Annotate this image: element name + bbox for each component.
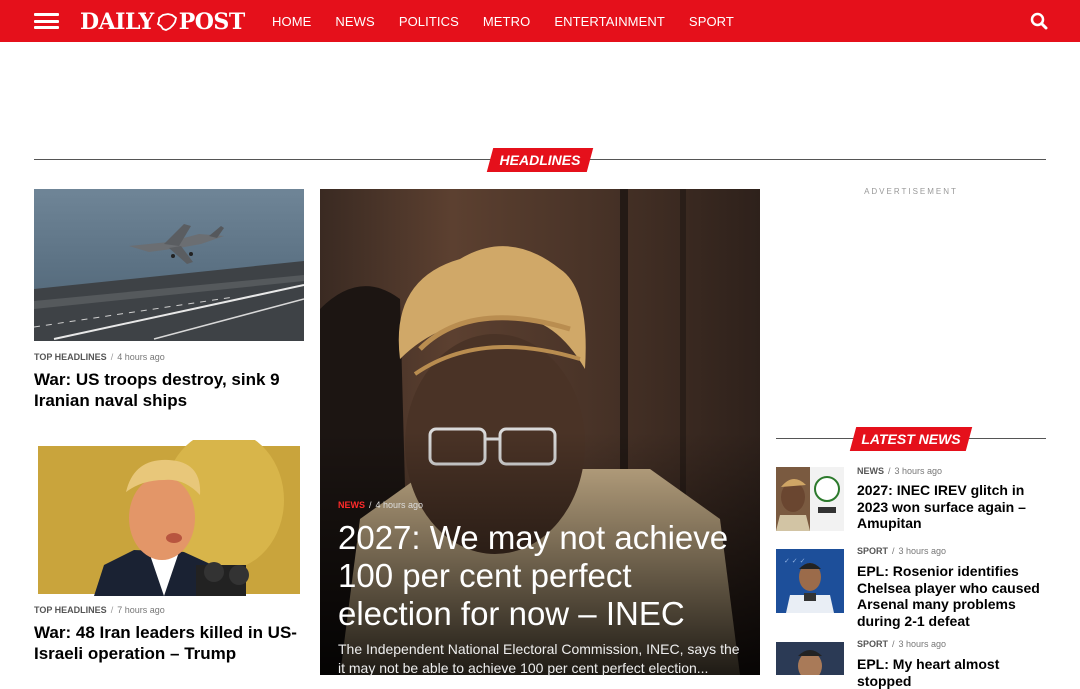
latest-news-category[interactable]: NEWS xyxy=(857,466,884,476)
hero-time: 4 hours ago xyxy=(375,500,424,510)
latest-news-category[interactable]: SPORT xyxy=(857,639,888,649)
hero-excerpt: The Independent National Electoral Commi… xyxy=(338,641,740,676)
speaker-photo xyxy=(38,440,300,596)
latest-news-title[interactable]: EPL: My heart almost stopped xyxy=(857,656,1047,689)
article-category[interactable]: TOP HEADLINES xyxy=(34,605,107,615)
latest-news-title[interactable]: EPL: Rosenior identifies Chelsea player … xyxy=(857,563,1047,629)
latest-news-time: 3 hours ago xyxy=(898,639,947,649)
article-meta: TOP HEADLINES/7 hours ago xyxy=(34,605,165,615)
search-icon[interactable] xyxy=(1030,12,1048,30)
site-logo[interactable]: DAILY POST xyxy=(80,9,245,35)
hero-title[interactable]: 2027: We may not achieve 100 per cent pe… xyxy=(338,519,748,633)
nav-news[interactable]: NEWS xyxy=(335,14,374,29)
latest-news-title[interactable]: 2027: INEC IREV glitch in 2023 won surfa… xyxy=(857,482,1047,532)
latest-news-thumb[interactable] xyxy=(776,467,844,531)
svg-text:✓ ✓ ✓: ✓ ✓ ✓ xyxy=(784,558,806,565)
advertisement-label: ADVERTISEMENT xyxy=(864,187,958,196)
article-meta: TOP HEADLINES/4 hours ago xyxy=(34,352,165,362)
latest-news-thumb[interactable]: ✓ ✓ ✓ xyxy=(776,549,844,613)
nigeria-map-icon xyxy=(156,13,177,31)
logo-text-post: POST xyxy=(178,9,245,35)
latest-news-label: LATEST NEWS xyxy=(861,431,961,447)
article-title[interactable]: War: US troops destroy, sink 9 Iranian n… xyxy=(34,369,304,411)
latest-news-thumb[interactable] xyxy=(776,642,844,675)
latest-news-time: 3 hours ago xyxy=(898,546,947,556)
article-image-trump[interactable] xyxy=(34,440,304,596)
top-navigation-bar: DAILY POST HOME NEWS POLITICS METRO ENTE… xyxy=(0,0,1080,42)
hero-category[interactable]: NEWS xyxy=(338,500,365,510)
hero-meta: NEWS/4 hours ago xyxy=(338,500,424,510)
headlines-tag: HEADLINES xyxy=(486,148,594,172)
latest-news-category[interactable]: SPORT xyxy=(857,546,888,556)
nav-home[interactable]: HOME xyxy=(272,14,311,29)
article-time: 7 hours ago xyxy=(117,605,165,615)
latest-news-tag: LATEST NEWS xyxy=(849,427,973,451)
latest-news-meta: SPORT/3 hours ago xyxy=(857,546,947,556)
nav-entertainment[interactable]: ENTERTAINMENT xyxy=(554,14,665,29)
logo-text-daily: DAILY xyxy=(80,9,154,35)
article-image-jet[interactable] xyxy=(34,189,304,341)
article-title[interactable]: War: 48 Iran leaders killed in US-Israel… xyxy=(34,622,304,664)
latest-news-meta: SPORT/3 hours ago xyxy=(857,639,947,649)
nav-politics[interactable]: POLITICS xyxy=(399,14,459,29)
article-time: 4 hours ago xyxy=(117,352,165,362)
nav-metro[interactable]: METRO xyxy=(483,14,530,29)
article-category[interactable]: TOP HEADLINES xyxy=(34,352,107,362)
nav-sport[interactable]: SPORT xyxy=(689,14,734,29)
fighter-jet-image xyxy=(34,189,304,341)
headlines-label: HEADLINES xyxy=(499,152,581,168)
latest-news-time: 3 hours ago xyxy=(894,466,943,476)
main-nav: HOME NEWS POLITICS METRO ENTERTAINMENT S… xyxy=(272,0,758,42)
menu-icon[interactable] xyxy=(34,13,59,29)
latest-news-meta: NEWS/3 hours ago xyxy=(857,466,943,476)
